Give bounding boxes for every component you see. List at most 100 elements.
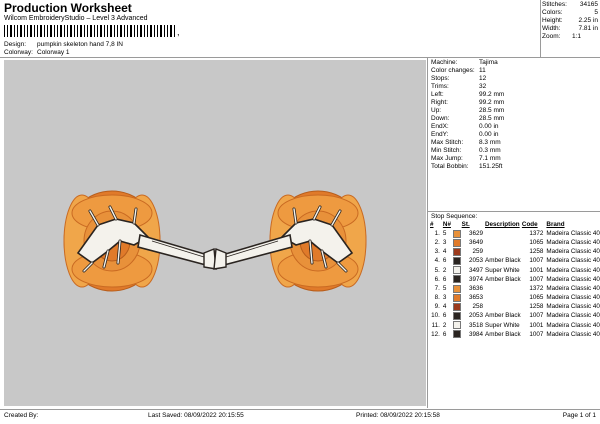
needle-number: 3 xyxy=(442,294,447,302)
header-divider xyxy=(0,57,600,58)
stat-height: Height: 2.25 in xyxy=(542,17,600,25)
thread-code: 1372 xyxy=(529,229,544,237)
stat-label: Stitches: xyxy=(542,1,567,8)
stat-value: 34165 xyxy=(579,1,598,8)
info-label: EndX: xyxy=(431,123,449,130)
machine-row: Min Stitch: 0.3 mm xyxy=(431,147,504,155)
barcode-suffix: , xyxy=(177,27,180,37)
stitch-count: 3649 xyxy=(468,239,483,246)
thread-code: 1001 xyxy=(529,321,544,329)
info-label: Up: xyxy=(431,107,442,114)
page-number: Page 1 of 1 xyxy=(562,412,596,419)
stat-width: Width: 7.81 in xyxy=(542,25,600,33)
table-row: 6. 6 3974 Amber Black 1007 Madeira Classic 40 xyxy=(430,275,600,284)
color-swatch-icon xyxy=(452,321,461,330)
color-swatch xyxy=(452,266,462,275)
thread-brand: Madeira Classic 40 xyxy=(546,275,600,283)
table-row: 2. 3 3649 1065 Madeira Classic 40 xyxy=(430,238,600,248)
info-value: 99.2 mm xyxy=(479,91,505,98)
footer-divider xyxy=(0,409,600,410)
row-number: 7. xyxy=(434,284,440,292)
info-value: 28.5 mm xyxy=(479,107,505,114)
thread-brand: Madeira Classic 40 xyxy=(546,330,600,338)
color-swatch xyxy=(452,275,462,284)
pumpkin-hand-right xyxy=(212,190,367,292)
needle-number: 3 xyxy=(442,239,447,246)
needle-number: 5 xyxy=(442,284,447,292)
stitch-count: 259 xyxy=(472,248,483,256)
color-swatch-icon xyxy=(452,247,461,256)
info-value: 28.5 mm xyxy=(479,115,505,122)
row-number: 5. xyxy=(434,266,440,274)
thread-brand: Madeira Classic 40 xyxy=(546,239,600,246)
needle-number: 4 xyxy=(442,303,447,311)
row-number: 1. xyxy=(434,229,440,237)
needle-number: 2 xyxy=(442,266,447,274)
design-row: Design: pumpkin skeleton hand 7,8 IN xyxy=(4,41,123,49)
thread-code: 1065 xyxy=(529,294,544,302)
sequence-divider xyxy=(428,211,600,212)
last-saved: Last Saved: 08/09/2022 20:15:55 xyxy=(148,412,244,419)
stitch-count: 3629 xyxy=(468,229,483,237)
info-label: Max Stitch: xyxy=(431,139,464,146)
machine-row: EndY: 0.00 in xyxy=(431,131,504,139)
table-row: 9. 4 258 1258 Madeira Classic 40 xyxy=(430,302,600,312)
thread-description xyxy=(485,294,522,303)
color-swatch xyxy=(452,321,462,330)
info-value: 0.3 mm xyxy=(479,147,501,154)
row-number: 8. xyxy=(434,294,440,302)
machine-row: EndX: 0.00 in xyxy=(431,123,504,131)
needle-number: 2 xyxy=(442,321,447,329)
stat-colors: Colors: 5 xyxy=(542,9,600,17)
design-label: Design: xyxy=(4,41,27,48)
row-number: 9. xyxy=(434,303,440,311)
info-value: 151.25ft xyxy=(479,163,503,170)
stitch-count: 258 xyxy=(472,303,483,311)
table-row: 1. 5 3629 1372 Madeira Classic 40 xyxy=(430,229,600,239)
info-value: 32 xyxy=(479,83,487,90)
stat-zoom: Zoom: 1:1 xyxy=(542,33,600,41)
info-value: 99.2 mm xyxy=(479,99,505,106)
row-number: 2. xyxy=(434,239,440,246)
info-label: Trims: xyxy=(431,83,449,90)
table-header: # N# St. Description Code Brand xyxy=(430,221,600,230)
row-number: 3. xyxy=(434,248,440,256)
thread-code: 1001 xyxy=(529,266,544,274)
thread-description: Amber Black xyxy=(485,330,521,338)
stat-value: 2.25 in xyxy=(578,17,598,24)
color-swatch xyxy=(452,257,462,266)
info-label: Down: xyxy=(431,115,450,122)
row-number: 10. xyxy=(431,312,440,320)
color-swatch-icon xyxy=(452,330,461,339)
info-value: 8.3 mm xyxy=(479,139,501,146)
info-label: Stops: xyxy=(431,75,450,82)
stat-value: 1:1 xyxy=(572,33,582,40)
stitch-count: 2053 xyxy=(468,312,483,320)
colorway-value: Colorway 1 xyxy=(37,49,70,56)
row-number: 12. xyxy=(431,330,440,338)
machine-row: Up: 28.5 mm xyxy=(431,107,504,115)
col-header: Description xyxy=(485,221,520,228)
stat-label: Zoom: xyxy=(542,33,561,40)
stat-stitches: Stitches: 34165 xyxy=(542,1,600,9)
needle-number: 4 xyxy=(442,248,447,256)
thread-description xyxy=(485,230,522,239)
printed-date: Printed: 08/09/2022 20:15:58 xyxy=(356,412,440,419)
col-header: # xyxy=(430,221,434,228)
thread-brand: Madeira Classic 40 xyxy=(546,266,600,274)
info-value: Tajima xyxy=(479,59,498,66)
thread-brand: Madeira Classic 40 xyxy=(546,321,600,329)
thread-brand: Madeira Classic 40 xyxy=(546,284,600,292)
info-value: 11 xyxy=(479,67,486,74)
info-label: EndY: xyxy=(431,131,449,138)
stitch-count: 3636 xyxy=(468,284,483,292)
thread-code: 1258 xyxy=(529,303,544,311)
row-number: 11. xyxy=(431,321,440,329)
machine-row: Machine: Tajima xyxy=(431,59,504,67)
machine-row: Color changes: 11 xyxy=(431,67,504,75)
col-header: Brand xyxy=(546,221,565,228)
page-title: Production Worksheet xyxy=(4,1,132,15)
table-row: 5. 2 3497 Super White 1001 Madeira Classic 40 xyxy=(430,266,600,275)
thread-brand: Madeira Classic 40 xyxy=(546,312,600,320)
machine-row: Left: 99.2 mm xyxy=(431,91,504,99)
